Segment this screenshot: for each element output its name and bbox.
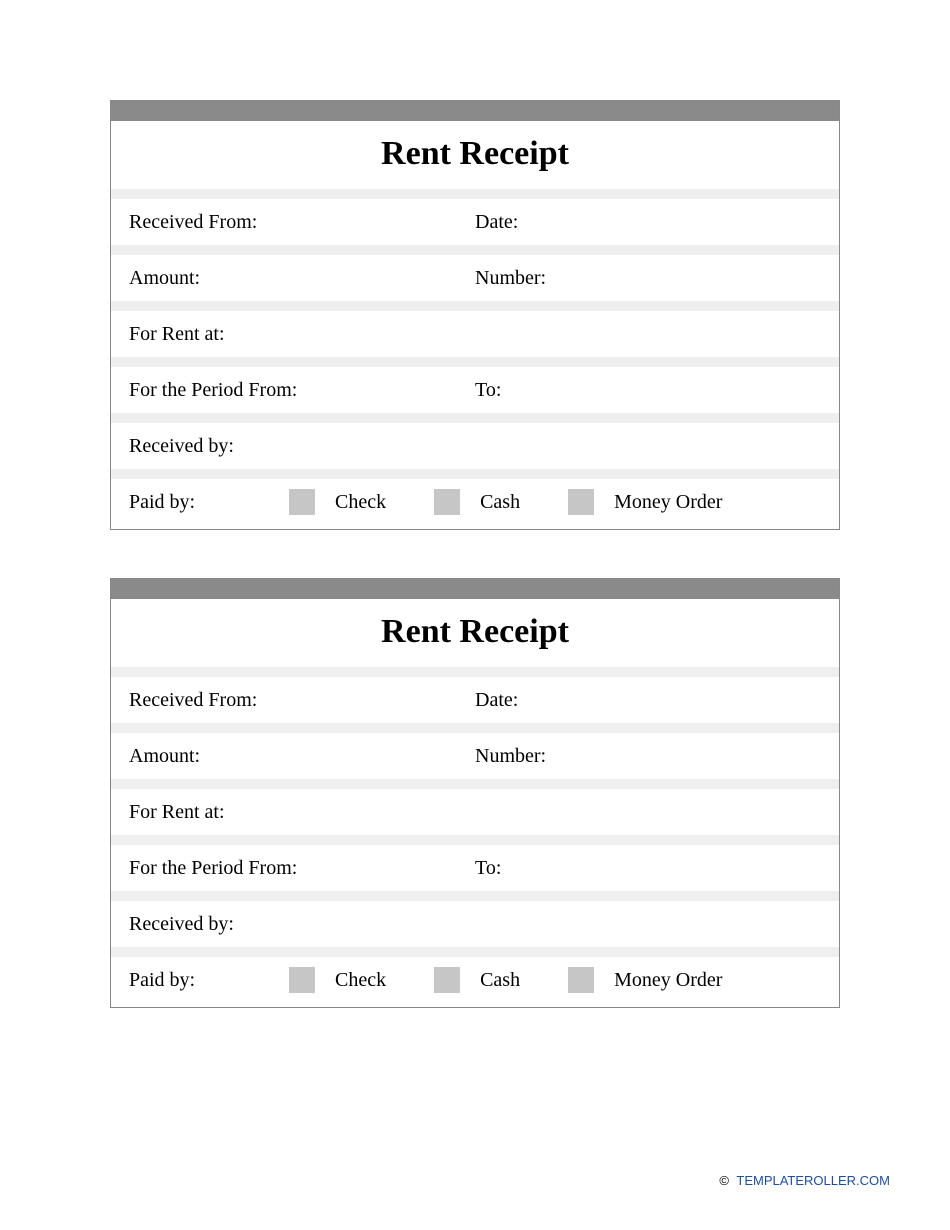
row-divider — [111, 301, 839, 311]
row-divider — [111, 189, 839, 199]
row-paid-by: Paid by: Check Cash Money Order — [111, 957, 839, 1007]
option-label: Cash — [480, 969, 520, 992]
amount-label: Amount: — [129, 745, 475, 768]
row-period: For the Period From: To: — [111, 367, 839, 413]
checkbox-icon[interactable] — [289, 489, 315, 515]
paid-option-cash[interactable]: Cash — [434, 489, 520, 515]
checkbox-icon[interactable] — [568, 967, 594, 993]
row-received-from: Received From: Date: — [111, 199, 839, 245]
row-divider — [111, 835, 839, 845]
footer-link[interactable]: TEMPLATEROLLER.COM — [736, 1173, 890, 1188]
for-rent-at-label: For Rent at: — [129, 801, 475, 824]
received-from-label: Received From: — [129, 689, 475, 712]
row-divider — [111, 469, 839, 479]
row-divider — [111, 779, 839, 789]
number-label: Number: — [475, 267, 821, 290]
row-divider — [111, 891, 839, 901]
row-for-rent-at: For Rent at: — [111, 311, 839, 357]
received-by-label: Received by: — [129, 435, 475, 458]
checkbox-icon[interactable] — [568, 489, 594, 515]
row-divider — [111, 413, 839, 423]
received-by-label: Received by: — [129, 913, 475, 936]
receipt-title-row: Rent Receipt — [111, 121, 839, 189]
period-from-label: For the Period From: — [129, 857, 475, 880]
period-to-label: To: — [475, 379, 821, 402]
footer-attribution: © TEMPLATEROLLER.COM — [719, 1173, 890, 1188]
copyright-symbol: © — [719, 1173, 729, 1188]
row-divider — [111, 723, 839, 733]
option-label: Check — [335, 491, 386, 514]
for-rent-at-label: For Rent at: — [129, 323, 475, 346]
paid-option-check[interactable]: Check — [289, 489, 386, 515]
checkbox-icon[interactable] — [434, 967, 460, 993]
row-divider — [111, 245, 839, 255]
paid-option-money-order[interactable]: Money Order — [568, 967, 722, 993]
amount-label: Amount: — [129, 267, 475, 290]
paid-by-label: Paid by: — [129, 491, 289, 514]
row-amount: Amount: Number: — [111, 733, 839, 779]
period-to-label: To: — [475, 857, 821, 880]
option-label: Check — [335, 969, 386, 992]
row-divider — [111, 947, 839, 957]
row-divider — [111, 357, 839, 367]
option-label: Money Order — [614, 969, 722, 992]
received-from-label: Received From: — [129, 211, 475, 234]
row-received-by: Received by: — [111, 901, 839, 947]
row-paid-by: Paid by: Check Cash Money Order — [111, 479, 839, 529]
paid-option-money-order[interactable]: Money Order — [568, 489, 722, 515]
row-received-from: Received From: Date: — [111, 677, 839, 723]
receipt-title: Rent Receipt — [111, 613, 839, 651]
rent-receipt: Rent Receipt Received From: Date: Amount… — [110, 100, 840, 530]
paid-option-cash[interactable]: Cash — [434, 967, 520, 993]
row-divider — [111, 667, 839, 677]
number-label: Number: — [475, 745, 821, 768]
row-period: For the Period From: To: — [111, 845, 839, 891]
checkbox-icon[interactable] — [289, 967, 315, 993]
option-label: Money Order — [614, 491, 722, 514]
rent-receipt: Rent Receipt Received From: Date: Amount… — [110, 578, 840, 1008]
row-amount: Amount: Number: — [111, 255, 839, 301]
date-label: Date: — [475, 211, 821, 234]
option-label: Cash — [480, 491, 520, 514]
receipt-top-bar — [111, 579, 839, 599]
row-received-by: Received by: — [111, 423, 839, 469]
row-for-rent-at: For Rent at: — [111, 789, 839, 835]
period-from-label: For the Period From: — [129, 379, 475, 402]
receipt-title: Rent Receipt — [111, 135, 839, 173]
paid-by-label: Paid by: — [129, 969, 289, 992]
receipt-title-row: Rent Receipt — [111, 599, 839, 667]
paid-option-check[interactable]: Check — [289, 967, 386, 993]
checkbox-icon[interactable] — [434, 489, 460, 515]
date-label: Date: — [475, 689, 821, 712]
receipt-top-bar — [111, 101, 839, 121]
